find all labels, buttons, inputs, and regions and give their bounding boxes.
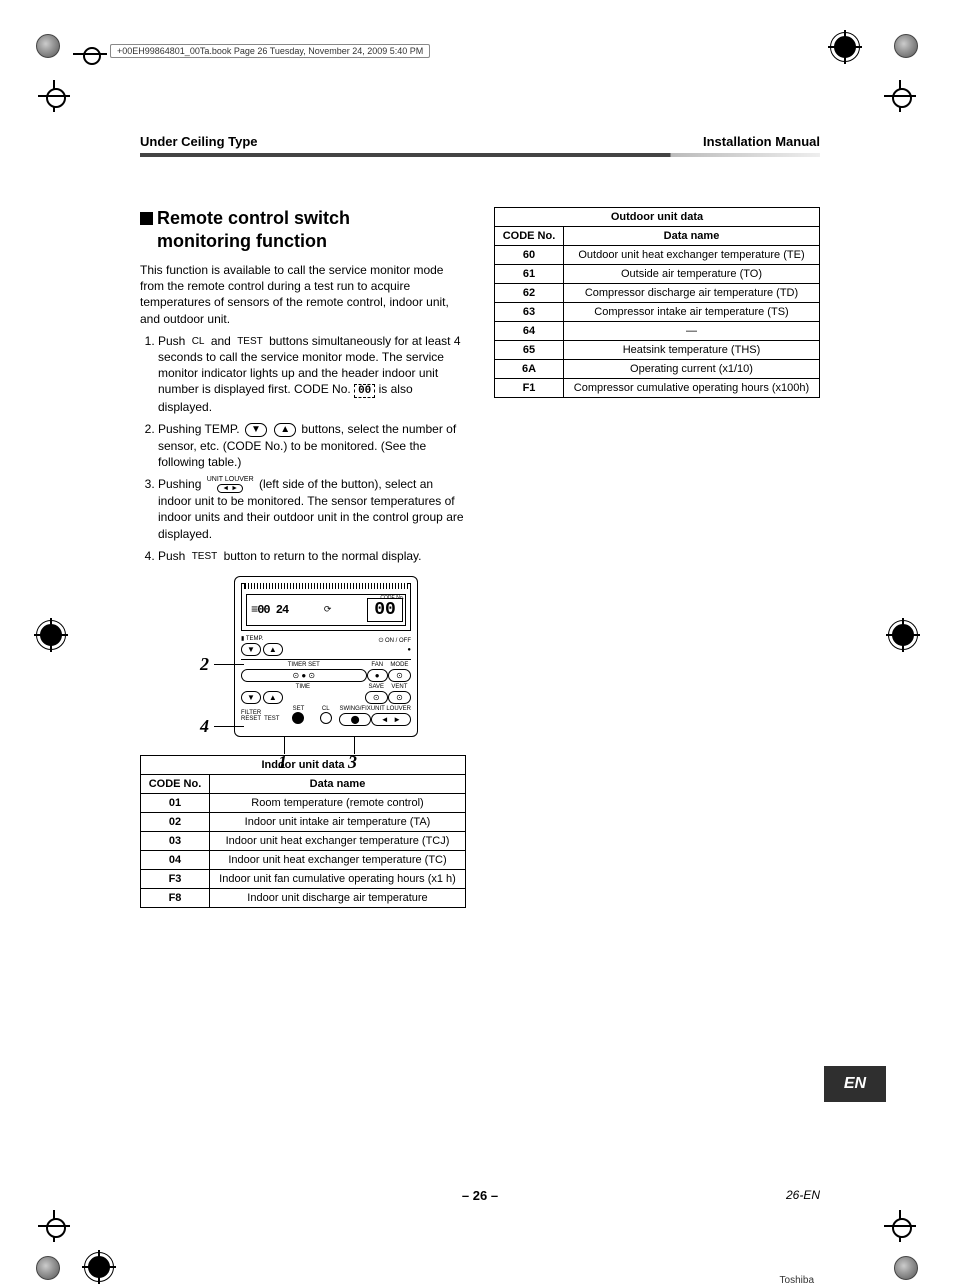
step-2: Pushing TEMP. ▼ ▲ buttons, select the nu… — [158, 421, 466, 470]
crop-ball-icon — [36, 34, 60, 58]
registration-target-icon — [888, 620, 918, 650]
header-left: Under Ceiling Type — [140, 134, 258, 149]
step-1: Push CL and TEST buttons simultaneously … — [158, 333, 466, 416]
crop-cross-icon — [884, 1210, 916, 1242]
intro-paragraph: This function is available to call the s… — [140, 262, 466, 327]
unit-louver-icon: UNIT LOUVER◄ ► — [207, 476, 254, 493]
indoor-table-title: Indoor unit data — [141, 755, 466, 774]
crop-ball-icon — [894, 1256, 918, 1280]
steps-list: Push CL and TEST buttons simultaneously … — [140, 333, 466, 564]
callout-1: 1 — [278, 752, 287, 773]
registration-target-icon — [830, 32, 860, 62]
temp-up-icon: ▲ — [274, 423, 296, 437]
outdoor-table-title: Outdoor unit data — [495, 208, 820, 227]
registration-target-icon — [84, 1252, 114, 1282]
step-4: Push TEST button to return to the normal… — [158, 548, 466, 564]
test-icon: TEST — [236, 336, 264, 348]
indoor-th-name: Data name — [210, 774, 466, 793]
page-number: – 26 – — [140, 1188, 820, 1203]
segment-code-icon: 00 — [354, 384, 375, 398]
outdoor-data-table: Outdoor unit data CODE No. Data name 60O… — [494, 207, 820, 398]
temp-down-icon: ▼ — [245, 423, 267, 437]
remote-illustration: 2 4 1 3 CODE No. ≡00 24 ⟳ — [178, 576, 428, 737]
source-file-tag: +00EH99864801_00Ta.book Page 26 Tuesday,… — [110, 44, 430, 58]
square-bullet-icon — [140, 212, 153, 225]
remote-lcd: CODE No. ≡00 24 ⟳ 00 — [241, 583, 411, 631]
registration-target-icon — [36, 620, 66, 650]
crop-cross-icon — [884, 80, 916, 112]
callout-4: 4 — [200, 716, 209, 737]
crop-cross-icon — [38, 80, 70, 112]
brand-label: Toshiba — [780, 1275, 814, 1286]
callout-3: 3 — [348, 752, 357, 773]
crop-ball-icon — [36, 1256, 60, 1280]
outdoor-th-name: Data name — [564, 227, 820, 246]
header-right: Installation Manual — [703, 134, 820, 149]
indoor-th-code: CODE No. — [141, 774, 210, 793]
indoor-data-table: Indoor unit data CODE No. Data name 01Ro… — [140, 755, 466, 908]
callout-2: 2 — [200, 654, 209, 675]
outdoor-th-code: CODE No. — [495, 227, 564, 246]
section-title: Remote control switch monitoring functio… — [140, 207, 466, 252]
cl-icon: CL — [191, 336, 206, 348]
language-tab: EN — [824, 1066, 886, 1102]
crop-ball-icon — [894, 34, 918, 58]
header-rule — [140, 153, 820, 157]
step-3: Pushing UNIT LOUVER◄ ► (left side of the… — [158, 476, 466, 542]
crop-cross-icon — [38, 1210, 70, 1242]
test-icon: TEST — [191, 551, 219, 563]
